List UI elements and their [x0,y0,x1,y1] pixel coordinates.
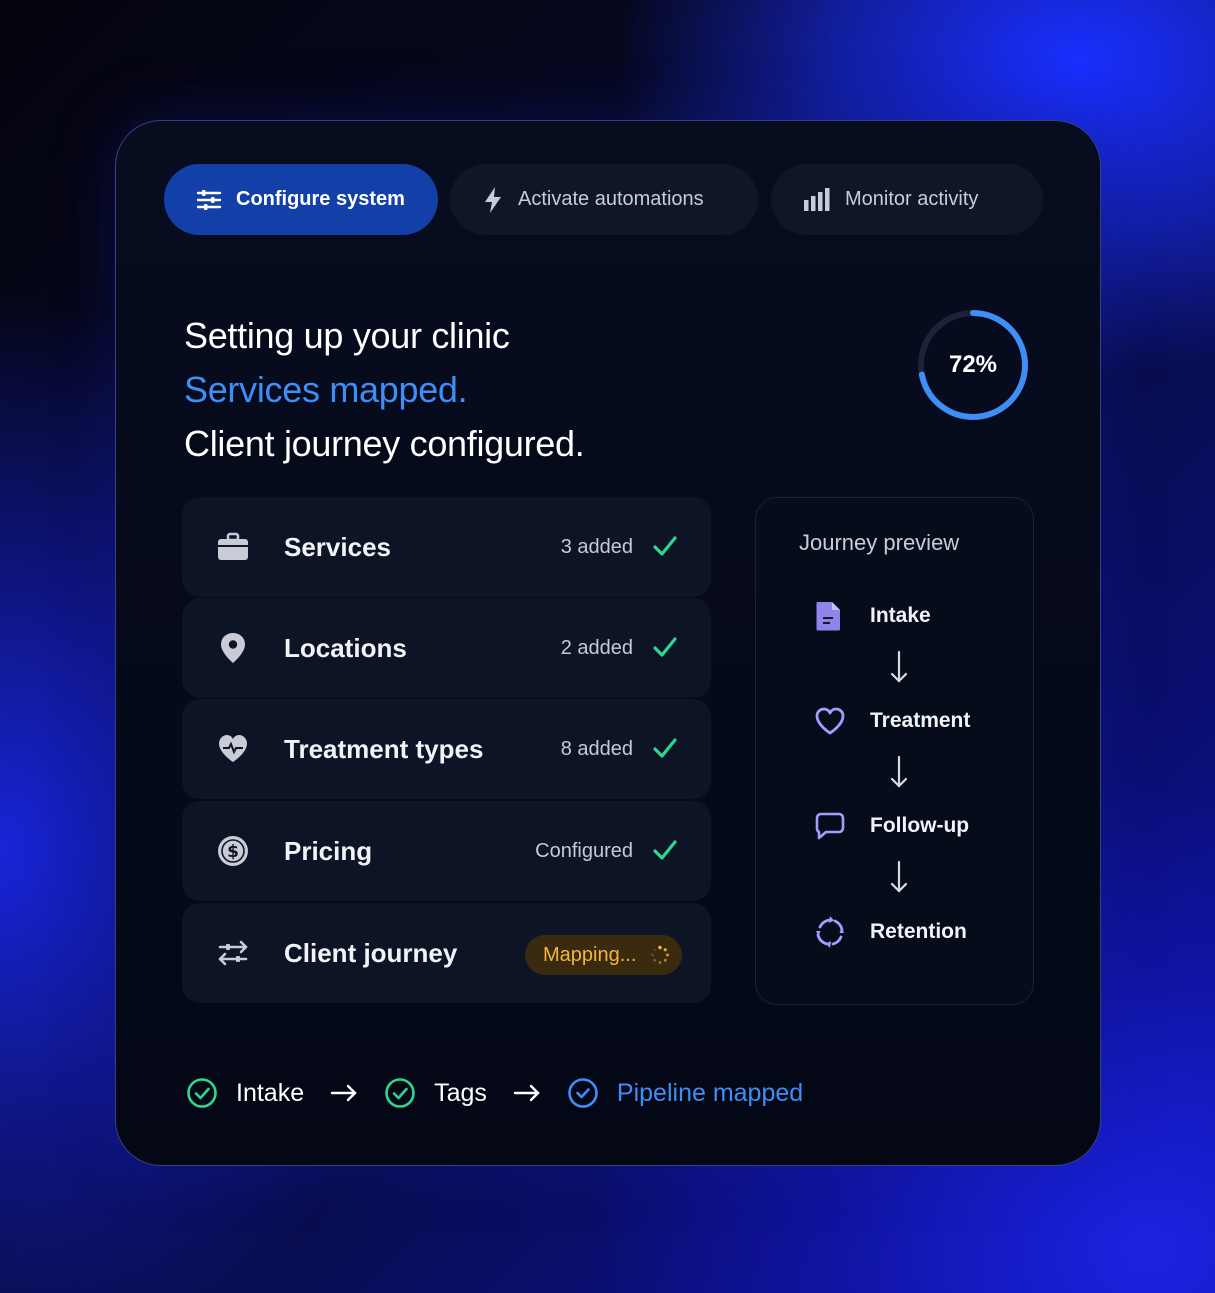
checkmark-icon [653,637,677,657]
headline-line-3: Client journey configured. [184,423,585,464]
setup-item-treatment-types[interactable]: Treatment types 8 added [182,699,711,799]
arrow-right-icon [513,1084,540,1102]
arrow-down-icon [890,860,908,893]
heart-icon [815,707,845,735]
onboarding-card: Configure system Activate automations Mo… [115,120,1101,1166]
setup-item-status: 2 added [560,636,633,659]
checkmark-icon [653,840,677,860]
setup-item-pricing[interactable]: $ Pricing Configured [182,801,711,901]
journey-step-label: Intake [870,604,931,627]
arrow-right-icon [330,1084,357,1102]
journey-step-follow-up: Follow-up [814,810,969,842]
tab-label: Monitor activity [845,188,979,210]
journey-step-retention: Retention [814,916,967,948]
setup-item-status: 8 added [560,737,633,760]
journey-step-intake: Intake [814,600,931,632]
setup-item-client-journey[interactable]: Client journey Mapping... [182,903,711,1003]
tab-configure-system[interactable]: Configure system [164,164,438,235]
setup-item-locations[interactable]: Locations 2 added [182,598,711,698]
loading-spinner-icon [651,945,669,964]
tab-monitor-activity[interactable]: Monitor activity [771,164,1043,235]
pipeline-steps: Intake Tags Pipeline mapped [186,1073,803,1113]
footer-step-intake: Intake [186,1077,304,1109]
arrow-down-icon [890,755,908,788]
journey-preview-panel: Journey preview Intake Treatment Follow-… [755,497,1034,1005]
check-circle-icon [385,1078,415,1108]
journey-preview-title: Journey preview [799,530,960,555]
refresh-cycle-icon [816,916,844,948]
progress-ring: 72% [914,306,1032,424]
setup-item-status: 3 added [560,535,633,558]
check-circle-icon [568,1078,598,1108]
chat-bubble-icon [815,812,845,840]
setup-item-label: Client journey [284,937,458,968]
heart-pulse-icon [219,735,247,762]
swap-arrows-icon [218,940,248,966]
svg-text:$: $ [227,842,239,862]
journey-step-label: Retention [870,920,967,943]
tab-activate-automations[interactable]: Activate automations [450,164,758,235]
headline-line-2: Services mapped. [184,369,468,410]
lightning-icon [485,186,501,213]
map-pin-icon [221,633,245,663]
tab-label: Activate automations [518,188,704,210]
footer-step-label: Tags [434,1078,487,1107]
footer-step-pipeline-mapped: Pipeline mapped [567,1077,803,1109]
checkmark-icon [653,738,677,758]
tab-label: Configure system [236,188,405,210]
setup-item-label: Locations [284,632,407,663]
footer-step-label: Pipeline mapped [616,1078,804,1107]
journey-step-label: Follow-up [870,814,970,837]
journey-step-treatment: Treatment [814,705,970,737]
status-badge-text: Mapping... [543,943,637,966]
dollar-coin-icon: $ [218,836,248,866]
setup-item-label: Treatment types [284,733,484,764]
setup-item-services[interactable]: Services 3 added [182,497,711,597]
briefcase-icon [218,532,248,560]
document-icon [816,602,840,631]
sliders-icon [196,189,222,210]
page-headline: Setting up your clinic Services mapped. … [184,309,585,471]
status-badge: Mapping... [525,935,682,975]
setup-item-label: Services [284,531,391,562]
bar-chart-icon [804,187,830,211]
checkmark-icon [653,536,677,556]
arrow-down-icon [890,650,908,683]
journey-step-label: Treatment [870,709,971,732]
setup-item-status: Configured [535,839,633,862]
check-circle-icon [187,1078,217,1108]
footer-step-label: Intake [236,1078,305,1107]
headline-line-1: Setting up your clinic [184,315,510,356]
footer-step-tags: Tags [384,1077,487,1109]
setup-item-label: Pricing [284,835,373,866]
progress-percent: 72% [948,351,998,378]
